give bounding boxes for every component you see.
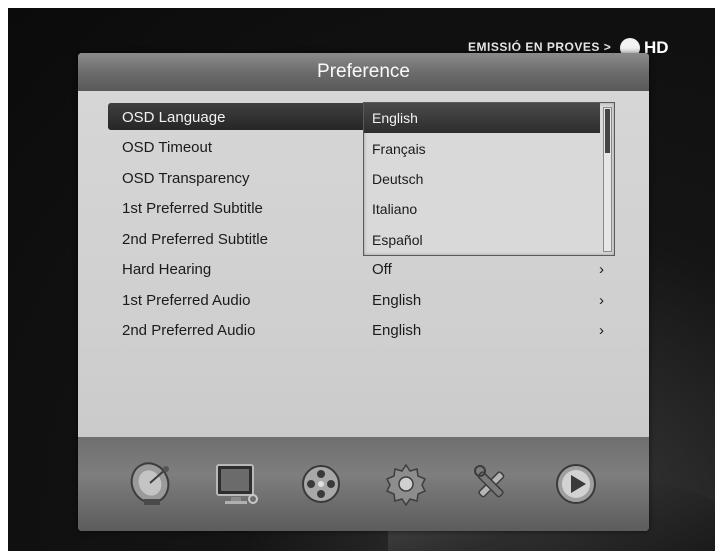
dropdown-option-deutsch[interactable]: Deutsch <box>364 164 614 194</box>
menu-item-2nd-preferred-audio[interactable]: 2nd Preferred Audio English › <box>108 316 613 347</box>
settings-gear-icon[interactable] <box>379 457 433 511</box>
chevron-right-icon: › <box>599 261 604 279</box>
dropdown-option-italiano[interactable]: Italiano <box>364 194 614 224</box>
film-reel-icon[interactable] <box>294 457 348 511</box>
scrollbar-thumb[interactable] <box>605 109 610 153</box>
menu-item-value: English <box>372 291 422 309</box>
menu-item-label: OSD Language <box>122 108 226 126</box>
menu-item-label: Hard Hearing <box>122 261 212 279</box>
dropdown-option-english[interactable]: English <box>364 103 600 134</box>
preference-panel: Preference OSD Language OSD Timeout OSD … <box>78 53 649 531</box>
channel-banner: EMISSIÓ EN PROVES > <box>468 40 612 54</box>
main-menu-dock <box>78 437 649 531</box>
chevron-right-icon: › <box>599 291 604 309</box>
chevron-right-icon: › <box>599 322 604 340</box>
dropdown-scrollbar[interactable] <box>603 107 612 252</box>
menu-item-label: 2nd Preferred Audio <box>122 322 256 340</box>
panel-title-bar: Preference <box>78 53 649 91</box>
menu-item-1st-preferred-audio[interactable]: 1st Preferred Audio English › <box>108 285 613 316</box>
osd-language-dropdown[interactable]: English Français Deutsch Italiano Españo… <box>363 102 615 256</box>
menu-item-hard-hearing[interactable]: Hard Hearing Off › <box>108 255 613 286</box>
tv-monitor-icon[interactable] <box>209 457 263 511</box>
menu-item-value: Off <box>372 261 392 279</box>
dropdown-option-francais[interactable]: Français <box>364 133 614 163</box>
menu-item-label: OSD Timeout <box>122 139 213 157</box>
dropdown-option-espanol[interactable]: Español <box>364 225 614 255</box>
menu-item-label: 1st Preferred Subtitle <box>122 200 263 218</box>
satellite-dish-icon[interactable] <box>124 457 178 511</box>
menu-item-label: 1st Preferred Audio <box>122 291 251 309</box>
play-icon[interactable] <box>549 457 603 511</box>
menu-item-value: English <box>372 322 422 340</box>
tools-icon[interactable] <box>464 457 518 511</box>
menu-item-label: OSD Transparency <box>122 169 250 187</box>
menu-item-label: 2nd Preferred Subtitle <box>122 230 268 248</box>
page-title: Preference <box>317 61 410 82</box>
